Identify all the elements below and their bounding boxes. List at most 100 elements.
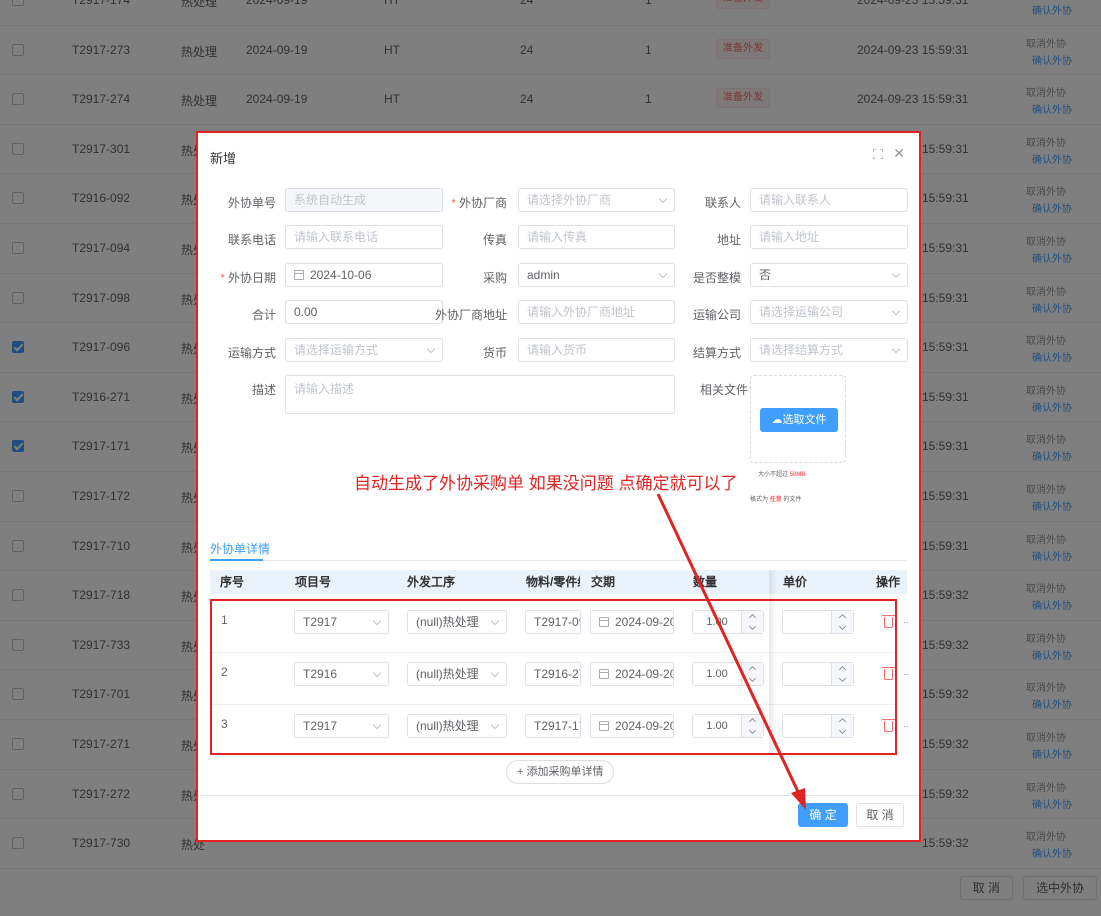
price-stepper[interactable] <box>782 662 854 686</box>
detail-table-header: 序号 项目号 外发工序 物料/零件编 交期 数量 单价 操作 <box>210 570 907 594</box>
total-label: 合计 <box>251 308 276 322</box>
calendar-icon <box>599 617 609 627</box>
delivery-date-picker[interactable]: 2024-09-20 <box>590 610 674 634</box>
process-select[interactable]: (null)热处理 <box>407 610 507 634</box>
detail-row: 3 T2917 (null)热处理 T2917-17 2024-09-20 1.00.. <box>212 705 909 757</box>
chevron-down-icon <box>658 269 668 279</box>
stepper-arrows[interactable] <box>741 663 763 685</box>
shipping-method-select[interactable]: 请选择运输方式 <box>285 338 443 362</box>
qty-stepper[interactable]: 1.00 <box>692 610 764 634</box>
close-icon[interactable]: ✕ <box>893 145 905 162</box>
delivery-date-picker[interactable]: 2024-09-20 <box>590 714 674 738</box>
price-stepper[interactable] <box>782 714 854 738</box>
calendar-icon <box>599 721 609 731</box>
description-label: 描述 <box>251 383 276 397</box>
new-outsource-dialog: 新增 ✕ 外协单号 系统自动生成 * 外协厂商 请选择外协厂商 联系人 请输入联系… <box>196 131 921 842</box>
add-detail-button[interactable]: + 添加采购单详情 <box>506 760 615 784</box>
part-input[interactable]: T2917-17 <box>525 714 581 738</box>
more-icon[interactable]: .. <box>903 667 909 678</box>
detail-row: 1 T2917 (null)热处理 T2917-09 2024-09-20 1.00.. <box>212 601 909 653</box>
fixed-column-shadow <box>769 570 777 755</box>
date-label: * 外协日期 <box>220 271 276 285</box>
phone-label: 联系电话 <box>227 233 276 247</box>
project-select[interactable]: T2916 <box>294 662 389 686</box>
settlement-select[interactable]: 请选择结算方式 <box>750 338 908 362</box>
process-select[interactable]: (null)热处理 <box>407 714 507 738</box>
currency-label: 货币 <box>482 346 507 360</box>
chevron-down-icon <box>490 668 500 678</box>
vendor-label: * 外协厂商 <box>451 196 507 210</box>
qty-stepper[interactable]: 1.00 <box>692 662 764 686</box>
price-stepper[interactable] <box>782 610 854 634</box>
header-idx: 序号 <box>220 575 245 589</box>
total-input[interactable]: 0.00 <box>285 300 443 324</box>
shipping-method-label: 运输方式 <box>227 346 276 360</box>
stepper-arrows[interactable] <box>831 715 853 737</box>
shipping-company-label: 运输公司 <box>692 308 741 322</box>
fax-input[interactable]: 请输入传真 <box>518 225 675 249</box>
currency-input[interactable]: 请输入货币 <box>518 338 675 362</box>
vendor-address-label: 外协厂商地址 <box>434 308 507 322</box>
header-process: 外发工序 <box>407 575 456 589</box>
chevron-down-icon <box>372 720 382 730</box>
footer-divider <box>198 795 919 796</box>
date-picker[interactable]: 2024-10-06 <box>285 263 443 287</box>
upload-area[interactable]: ☁选取文件 <box>750 375 846 463</box>
address-input[interactable]: 请输入地址 <box>750 225 908 249</box>
files-label: 相关文件 <box>700 383 749 397</box>
project-select[interactable]: T2917 <box>294 610 389 634</box>
chevron-down-icon <box>372 668 382 678</box>
stepper-arrows[interactable] <box>741 611 763 633</box>
delivery-date-picker[interactable]: 2024-09-20 <box>590 662 674 686</box>
vendor-address-input[interactable]: 请输入外协厂商地址 <box>518 300 675 324</box>
stepper-arrows[interactable] <box>741 715 763 737</box>
whole-mold-select[interactable]: 否 <box>750 263 908 287</box>
detail-table-body: 1 T2917 (null)热处理 T2917-09 2024-09-20 1.00.. 2… <box>210 599 909 757</box>
confirm-button[interactable]: 确 定 <box>798 803 848 827</box>
tab-active-indicator <box>210 559 263 561</box>
header-action: 操作 <box>876 575 901 589</box>
upload-size-hint: 大小不超过 50MB <box>758 472 806 478</box>
description-textarea[interactable]: 请输入描述 <box>285 375 675 414</box>
header-project: 项目号 <box>295 575 332 589</box>
detail-idx: 1 <box>221 613 228 627</box>
upload-format-hint: 格式为 任意 的文件 <box>750 497 802 503</box>
calendar-icon <box>294 270 304 280</box>
project-select[interactable]: T2917 <box>294 714 389 738</box>
detail-idx: 3 <box>221 717 228 731</box>
annotation-text: 自动生成了外协采购单 如果没问题 点确定就可以了 <box>354 474 738 493</box>
choose-file-button[interactable]: ☁选取文件 <box>760 408 838 432</box>
phone-input[interactable]: 请输入联系电话 <box>285 225 443 249</box>
shipping-company-select[interactable]: 请选择运输公司 <box>750 300 908 324</box>
vendor-select[interactable]: 请选择外协厂商 <box>518 188 675 212</box>
more-icon[interactable]: .. <box>903 719 909 730</box>
header-delivery: 交期 <box>591 575 616 589</box>
chevron-down-icon <box>490 720 500 730</box>
calendar-icon <box>599 669 609 679</box>
contact-input[interactable]: 请输入联系人 <box>750 188 908 212</box>
order-no-label: 外协单号 <box>227 196 276 210</box>
part-input[interactable]: T2916-27 <box>525 662 581 686</box>
stepper-arrows[interactable] <box>831 663 853 685</box>
delete-icon[interactable] <box>882 667 895 680</box>
settlement-label: 结算方式 <box>692 346 741 360</box>
process-select[interactable]: (null)热处理 <box>407 662 507 686</box>
tab-detail[interactable]: 外协单详情 <box>210 540 270 557</box>
fullscreen-icon[interactable] <box>873 149 883 159</box>
chevron-down-icon <box>426 344 436 354</box>
chevron-down-icon <box>490 616 500 626</box>
delete-icon[interactable] <box>882 615 895 628</box>
purchaser-label: 采购 <box>482 271 507 285</box>
contact-label: 联系人 <box>704 196 741 210</box>
stepper-arrows[interactable] <box>831 611 853 633</box>
more-icon[interactable]: .. <box>903 615 909 626</box>
detail-row: 2 T2916 (null)热处理 T2916-27 2024-09-20 1.00.. <box>212 653 909 705</box>
qty-stepper[interactable]: 1.00 <box>692 714 764 738</box>
purchaser-select[interactable]: admin <box>518 263 675 287</box>
dialog-header: 新增 ✕ <box>198 133 919 177</box>
chevron-down-icon <box>891 344 901 354</box>
cancel-button[interactable]: 取 消 <box>856 803 904 827</box>
detail-idx: 2 <box>221 665 228 679</box>
delete-icon[interactable] <box>882 719 895 732</box>
part-input[interactable]: T2917-09 <box>525 610 581 634</box>
